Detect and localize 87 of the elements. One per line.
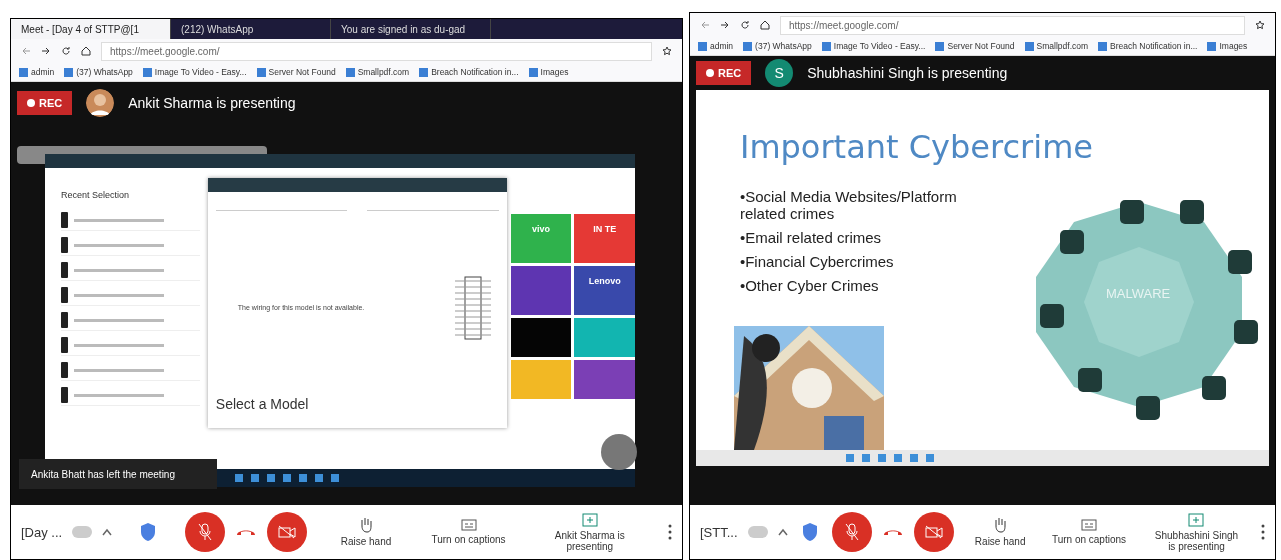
chevron-up-icon[interactable]	[102, 528, 113, 536]
brand-tile[interactable]	[574, 318, 635, 357]
home-icon[interactable]	[759, 20, 770, 30]
captions-button[interactable]: Turn on captions	[1045, 518, 1133, 546]
back-icon[interactable]	[21, 46, 31, 56]
star-icon[interactable]	[661, 46, 672, 56]
forward-icon[interactable]	[41, 46, 51, 56]
hand-icon	[359, 517, 373, 533]
bookmark[interactable]: admin	[19, 67, 55, 77]
forward-icon[interactable]	[719, 20, 730, 30]
slide-title: Important Cybercrime	[739, 128, 1093, 166]
camera-toggle-button[interactable]	[266, 512, 307, 552]
meeting-name[interactable]: [STT...	[699, 524, 738, 540]
bookmark[interactable]: Images	[528, 67, 569, 77]
brand-tile[interactable]: Lenovo	[574, 266, 635, 315]
device-list-item[interactable]	[61, 235, 200, 256]
bookmark[interactable]: (37) WhatsApp	[64, 67, 133, 77]
presenter-label: Ankit Sharma is presenting	[128, 95, 296, 111]
diagram-label: MALWARE	[1105, 286, 1171, 301]
home-icon[interactable]	[81, 46, 91, 56]
bullet-point: •Email related crimes	[739, 229, 883, 246]
shield-icon[interactable]	[140, 522, 157, 542]
recording-badge: REC	[695, 61, 752, 85]
brand-tile[interactable]: IN TE	[574, 214, 635, 263]
dialog-heading: Select a Model	[214, 396, 310, 414]
bookmark[interactable]: Smallpdf.com	[345, 67, 410, 77]
address-bar[interactable]: https://meet.google.com/	[101, 41, 652, 61]
raise-hand-button[interactable]: Raise hand	[334, 516, 398, 548]
reload-icon[interactable]	[739, 20, 750, 30]
present-screen-icon	[1188, 512, 1205, 527]
bookmark[interactable]: Breach Notification in...	[419, 67, 519, 77]
browser-tab[interactable]: Meet - [Day 4 of STTP@[1	[11, 19, 171, 39]
avatar: S	[765, 59, 794, 87]
camera-icon	[277, 525, 296, 539]
captions-icon	[1080, 519, 1097, 531]
address-bar[interactable]: https://meet.google.com/	[779, 15, 1245, 35]
toast-message: Ankita Bhatt has left the meeting	[19, 459, 217, 489]
bookmark[interactable]: (37) WhatsApp	[743, 41, 812, 51]
chevron-up-icon[interactable]	[777, 528, 788, 536]
brand-tile[interactable]	[510, 360, 572, 399]
device-list-item[interactable]	[61, 385, 200, 406]
microphone-icon	[845, 523, 860, 541]
brand-tile[interactable]	[574, 360, 635, 399]
presenter-label: Shubhashini Singh is presenting	[807, 65, 1008, 81]
shield-icon[interactable]	[801, 522, 818, 542]
more-options-icon[interactable]	[1260, 524, 1265, 540]
brand-tile[interactable]	[510, 266, 572, 315]
device-list-item[interactable]	[61, 210, 200, 231]
device-list-item[interactable]	[61, 285, 200, 306]
meeting-name[interactable]: [Day ...	[21, 524, 63, 540]
device-list-item[interactable]	[61, 310, 200, 331]
captions-icon	[460, 519, 477, 531]
bullet-point: •Other Cyber Crimes	[739, 277, 880, 294]
device-list-item[interactable]	[61, 260, 200, 281]
bookmark[interactable]: Images	[1207, 41, 1248, 51]
captions-button[interactable]: Turn on captions	[425, 518, 512, 546]
microphone-button[interactable]	[184, 512, 225, 552]
captions-toggle-icon[interactable]	[747, 526, 768, 538]
back-icon[interactable]	[699, 20, 710, 30]
camera-icon	[925, 525, 944, 539]
star-icon[interactable]	[1255, 20, 1265, 30]
captions-toggle-icon[interactable]	[72, 526, 93, 538]
bookmark[interactable]: Server Not Found	[256, 67, 336, 77]
bookmark[interactable]: Server Not Found	[935, 41, 1015, 51]
avatar	[86, 89, 115, 117]
brand-tile[interactable]	[510, 318, 572, 357]
hand-icon	[993, 517, 1008, 533]
reload-icon[interactable]	[61, 46, 71, 56]
bookmark[interactable]: Image To Video - Easy...	[821, 41, 926, 51]
raise-hand-button[interactable]: Raise hand	[968, 516, 1032, 548]
presenting-button[interactable]: Ankit Sharma is presenting	[539, 511, 640, 553]
bookmark[interactable]: admin	[697, 41, 734, 51]
bookmark[interactable]: Image To Video - Easy...	[142, 67, 247, 77]
microphone-button[interactable]	[832, 512, 873, 552]
camera-toggle-button[interactable]	[914, 512, 955, 552]
bullet-point: •Financial Cybercrimes	[739, 253, 895, 270]
recording-badge: REC	[17, 91, 73, 115]
device-list-item[interactable]	[61, 360, 200, 381]
sidebar-title: Recent Selection	[61, 190, 131, 200]
microphone-icon	[197, 523, 212, 541]
present-screen-icon	[581, 512, 598, 527]
bookmark[interactable]: Breach Notification in...	[1098, 41, 1198, 51]
more-options-icon[interactable]	[667, 524, 672, 540]
bullet-point: •Social Media Websites/Platform related crimes	[739, 188, 958, 222]
presenting-button[interactable]: Shubhashini Singh is presenting	[1146, 511, 1247, 553]
device-list-item[interactable]	[61, 335, 200, 356]
bookmark[interactable]: Smallpdf.com	[1024, 41, 1089, 51]
